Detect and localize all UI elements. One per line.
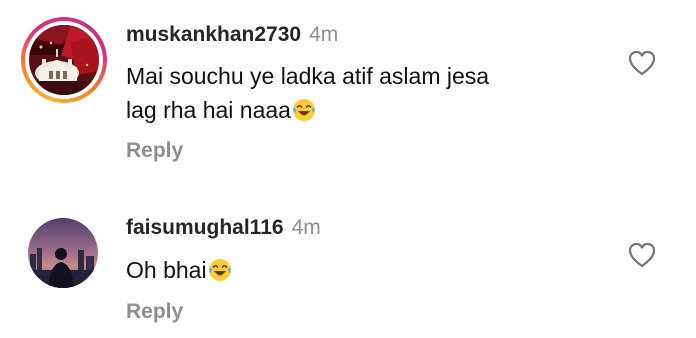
comment-header: faisumughal116 4m <box>126 215 321 241</box>
heart-outline-icon <box>628 242 656 268</box>
comment-item: muskankhan2730 4m Mai souchu ye ladka ati… <box>0 0 696 180</box>
heart-outline-icon <box>628 50 656 76</box>
comment-item: faisumughal116 4m Oh bhai Reply <box>0 190 696 338</box>
comment-text-line: Mai souchu ye ladka atif aslam jesa <box>126 63 490 89</box>
comment-header: muskankhan2730 4m <box>126 22 338 48</box>
laughing-emoji-icon <box>208 259 231 281</box>
reply-button[interactable]: Reply <box>126 299 183 325</box>
like-button[interactable] <box>626 47 658 79</box>
comment-text-line-content: lag rha hai naaa <box>126 97 291 123</box>
avatar-button[interactable] <box>21 17 107 103</box>
username-link[interactable]: faisumughal116 <box>126 216 284 239</box>
like-button[interactable] <box>626 239 658 271</box>
avatar-button[interactable] <box>24 214 110 300</box>
avatar-image <box>28 218 98 288</box>
comment-text-line-2: lag rha hai naaa <box>126 93 489 127</box>
comment-text-line: Oh bhai <box>126 257 207 283</box>
timestamp: 4m <box>309 23 339 46</box>
comment-text: Oh bhai <box>126 253 232 287</box>
username-link[interactable]: muskankhan2730 <box>126 23 301 46</box>
comment-text: Mai souchu ye ladka atif aslam jesa lag … <box>126 59 489 127</box>
laughing-emoji-icon <box>292 99 315 121</box>
avatar-image <box>29 25 99 95</box>
avatar <box>28 218 98 288</box>
avatar <box>29 25 99 95</box>
reply-button[interactable]: Reply <box>126 138 183 164</box>
timestamp: 4m <box>291 216 321 239</box>
